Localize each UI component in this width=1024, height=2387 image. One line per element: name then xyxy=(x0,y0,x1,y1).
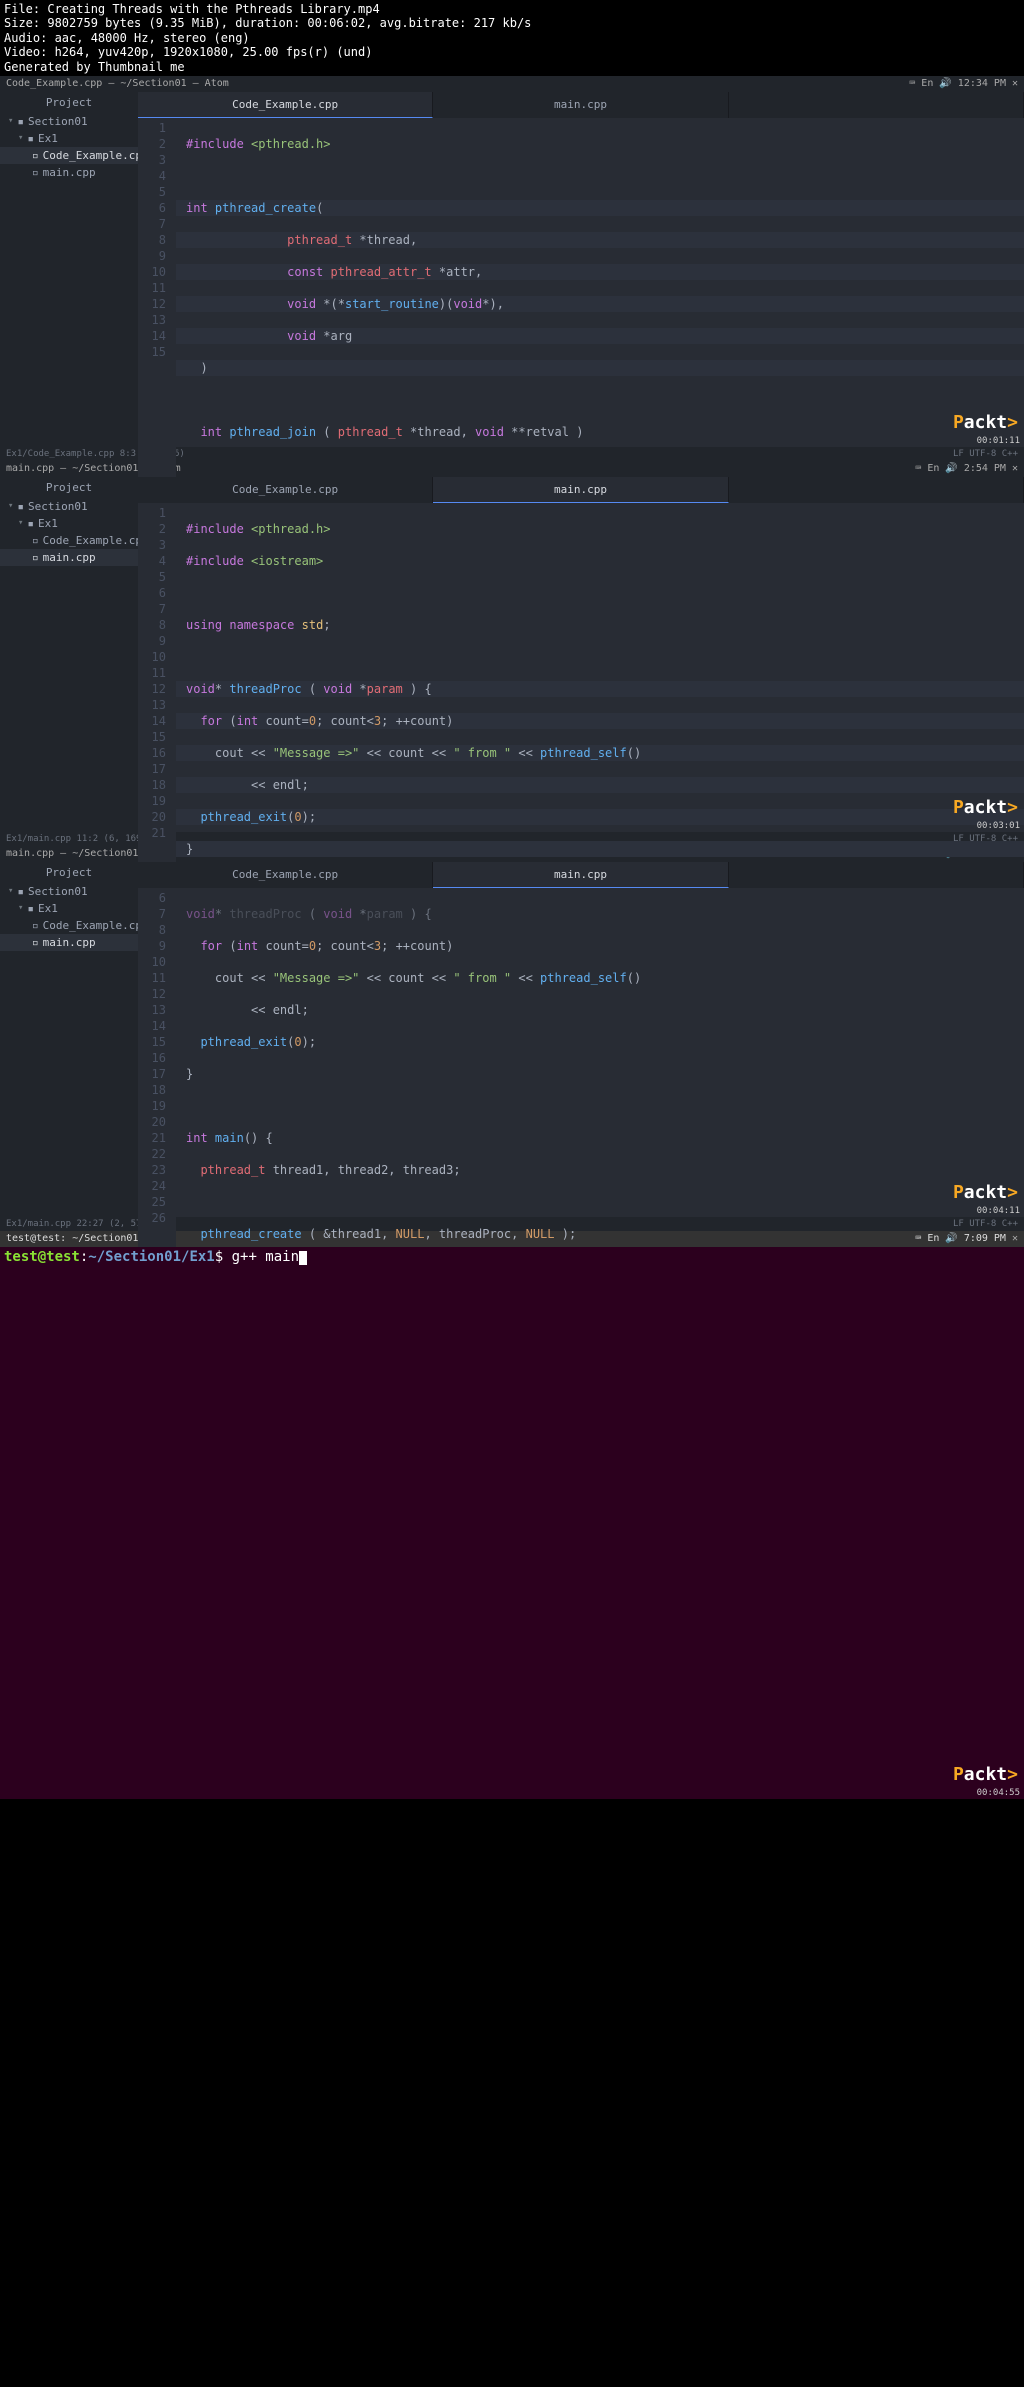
meta-audio: Audio: aac, 48000 Hz, stereo (eng) xyxy=(4,31,1020,45)
tree-folder[interactable]: ▾▪ Ex1 xyxy=(0,900,138,917)
packt-watermark: Packt> xyxy=(953,412,1018,433)
sidebar-header: Project xyxy=(0,477,138,498)
window-title: Code_Example.cpp — ~/Section01 — Atom xyxy=(6,78,229,89)
tab-empty xyxy=(729,862,1024,888)
video-timestamp: 00:01:11 xyxy=(977,436,1020,446)
tab-main[interactable]: main.cpp xyxy=(433,477,728,503)
sidebar-header: Project xyxy=(0,862,138,883)
packt-watermark: Packt> xyxy=(953,1182,1018,1203)
tree-file-main[interactable]: ▫ main.cpp xyxy=(0,934,138,951)
chevron-down-icon: ▾ xyxy=(18,903,23,913)
terminal-prompt-user: test@test xyxy=(4,1249,80,1265)
tab-main[interactable]: main.cpp xyxy=(433,92,728,118)
status-left: Ex1/main.cpp 22:27 (2, 57) xyxy=(6,1219,147,1229)
lang-indicator: En xyxy=(921,78,933,89)
tree-project[interactable]: ▾▪ Section01 xyxy=(0,498,138,515)
window-titlebar: Code_Example.cpp — ~/Section01 — Atom ⌨ … xyxy=(0,76,1024,92)
terminal-command: g++ main xyxy=(232,1249,299,1265)
close-icon[interactable]: ✕ xyxy=(1012,78,1018,89)
tree-file-code-example[interactable]: ▫ Code_Example.cpp xyxy=(0,532,138,549)
tab-bar: Code_Example.cpp main.cpp xyxy=(138,862,1024,888)
chevron-down-icon: ▾ xyxy=(8,501,13,511)
terminal-cursor xyxy=(299,1251,307,1265)
tab-empty xyxy=(729,477,1024,503)
tab-code-example[interactable]: Code_Example.cpp xyxy=(138,477,433,503)
tree-file-main[interactable]: ▫ main.cpp xyxy=(0,164,138,181)
tab-empty xyxy=(729,92,1024,118)
tree-folder[interactable]: ▾▪ Ex1 xyxy=(0,130,138,147)
chevron-down-icon: ▾ xyxy=(8,886,13,896)
tab-code-example[interactable]: Code_Example.cpp xyxy=(138,862,433,888)
tree-folder[interactable]: ▾▪ Ex1 xyxy=(0,515,138,532)
meta-file: File: Creating Threads with the Pthreads… xyxy=(4,2,1020,16)
keyboard-icon: ⌨ xyxy=(909,78,915,89)
sidebar-header: Project xyxy=(0,92,138,113)
packt-watermark: Packt> xyxy=(953,797,1018,818)
tab-bar: Code_Example.cpp main.cpp xyxy=(138,92,1024,118)
tree-file-code-example[interactable]: ▫ Code_Example.cpp xyxy=(0,147,138,164)
volume-icon: 🔊 xyxy=(939,78,951,89)
meta-gen: Generated by Thumbnail me xyxy=(4,60,1020,74)
tree-project[interactable]: ▾▪ Section01 xyxy=(0,883,138,900)
tab-code-example[interactable]: Code_Example.cpp xyxy=(138,92,433,118)
tab-bar: Code_Example.cpp main.cpp xyxy=(138,477,1024,503)
chevron-down-icon: ▾ xyxy=(8,116,13,126)
meta-size: Size: 9802759 bytes (9.35 MiB), duration… xyxy=(4,16,1020,30)
video-timestamp: 00:03:01 xyxy=(977,821,1020,831)
packt-watermark: Packt> xyxy=(953,1764,1018,1785)
chevron-down-icon: ▾ xyxy=(18,518,23,528)
clock: 12:34 PM xyxy=(958,78,1006,89)
sidebar: Project ▾▪ Section01 ▾▪ Ex1 ▫ Code_Examp… xyxy=(0,477,138,832)
video-timestamp: 00:04:11 xyxy=(977,1206,1020,1216)
meta-video: Video: h264, yuv420p, 1920x1080, 25.00 f… xyxy=(4,45,1020,59)
tree-project[interactable]: ▾▪ Section01 xyxy=(0,113,138,130)
video-timestamp: 00:04:55 xyxy=(977,1788,1020,1798)
terminal-prompt-path: ~/Section01/Ex1 xyxy=(88,1249,214,1265)
terminal[interactable]: test@test:~/Section01/Ex1$ g++ main Pack… xyxy=(0,1247,1024,1799)
chevron-down-icon: ▾ xyxy=(18,133,23,143)
tree-file-code-example[interactable]: ▫ Code_Example.cpp xyxy=(0,917,138,934)
tree-file-main[interactable]: ▫ main.cpp xyxy=(0,549,138,566)
tab-main[interactable]: main.cpp xyxy=(433,862,728,888)
sidebar: Project ▾▪ Section01 ▾▪ Ex1 ▫ Code_Examp… xyxy=(0,92,138,447)
status-left: Ex1/main.cpp 11:2 (6, 169) xyxy=(6,834,147,844)
file-metadata: File: Creating Threads with the Pthreads… xyxy=(0,0,1024,76)
sidebar: Project ▾▪ Section01 ▾▪ Ex1 ▫ Code_Examp… xyxy=(0,862,138,1217)
